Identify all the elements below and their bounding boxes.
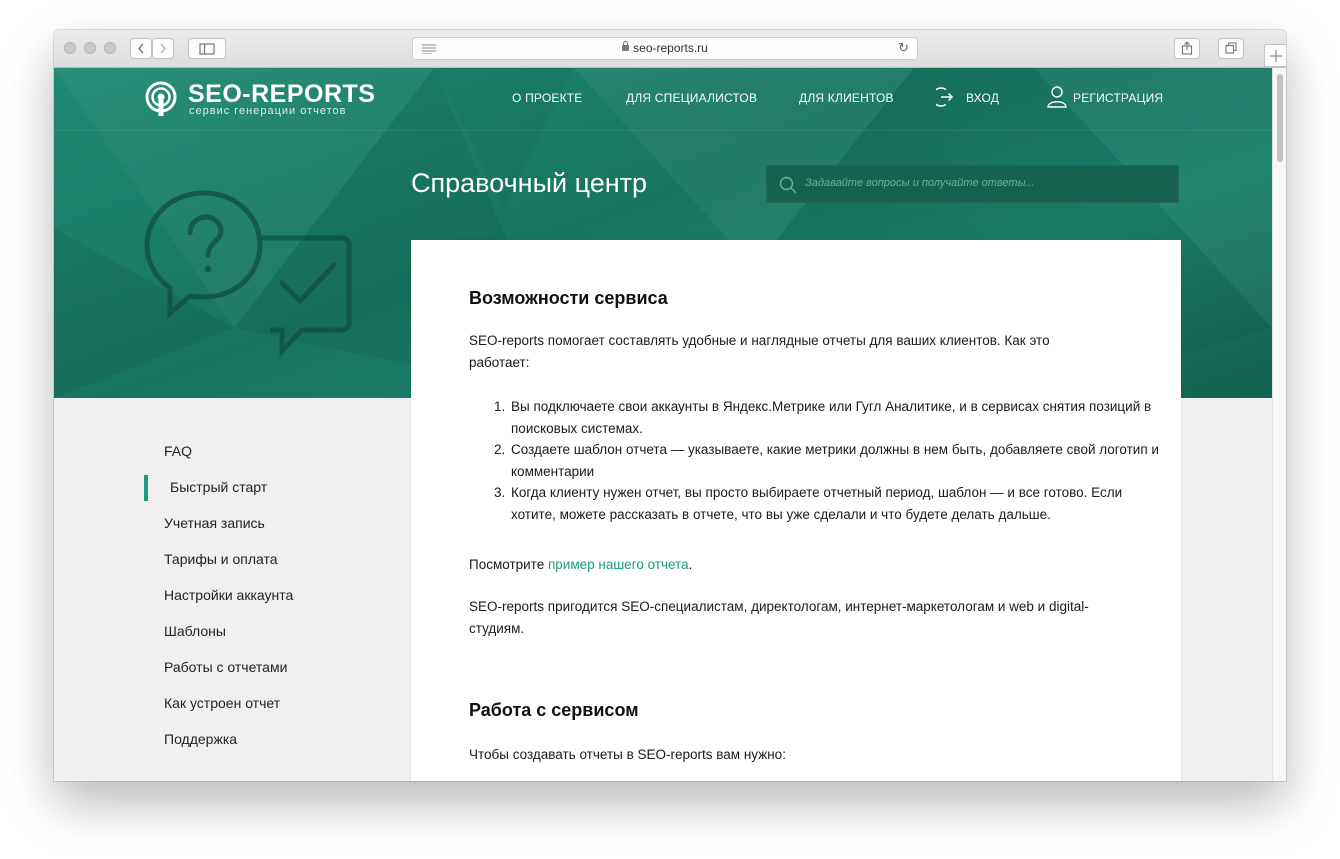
steps-list: Вы подключаете свои аккаунты в Яндекс.Ме… — [469, 396, 1169, 525]
forward-button[interactable] — [152, 38, 174, 59]
sidebar-item-quick-start[interactable]: Быстрый старт — [144, 475, 374, 512]
example-suffix: . — [688, 557, 693, 572]
help-chat-illustration — [144, 190, 352, 358]
nav-link-register[interactable]: РЕГИСТРАЦИЯ — [1073, 91, 1163, 105]
section2-intro: Чтобы создавать отчеты в SEO-reports вам… — [469, 747, 786, 762]
chevron-left-icon — [138, 43, 144, 54]
login-icon[interactable] — [936, 85, 960, 109]
zoom-window-button[interactable] — [104, 42, 116, 54]
help-search-input[interactable]: Задавайте вопросы и получайте ответы... — [766, 165, 1179, 203]
sidebar-item-reports-work[interactable]: Работы с отчетами — [144, 656, 374, 692]
scrollbar-thumb[interactable] — [1277, 74, 1283, 162]
nav-link-clients[interactable]: ДЛЯ КЛИЕНТОВ — [799, 91, 894, 105]
minimize-window-button[interactable] — [84, 42, 96, 54]
intro-paragraph: SEO-reports помогает составлять удобные … — [469, 333, 1050, 370]
sidebar-item-account[interactable]: Учетная запись — [144, 512, 374, 548]
sidebar-item-templates[interactable]: Шаблоны — [144, 620, 374, 656]
step-item: Когда клиенту нужен отчет, вы просто выб… — [509, 482, 1169, 525]
nav-link-about[interactable]: О ПРОЕКТЕ — [512, 91, 583, 105]
example-prefix: Посмотрите — [469, 557, 548, 572]
sidebar-item-account-settings[interactable]: Настройки аккаунта — [144, 584, 374, 620]
page-scrollbar[interactable] — [1272, 68, 1286, 781]
page-title: Справочный центр — [411, 168, 648, 198]
share-button[interactable] — [1174, 38, 1200, 59]
logo-signal-icon[interactable] — [144, 81, 178, 117]
audience-paragraph: SEO-reports пригодится SEO-специалистам,… — [469, 599, 1089, 636]
close-window-button[interactable] — [64, 42, 76, 54]
reload-icon[interactable]: ↻ — [898, 40, 909, 56]
browser-window: seo-reports.ru ↻ SEO-REPORTS сервис гене… — [54, 30, 1286, 781]
section-title-features: Возможности сервиса — [469, 288, 668, 308]
url-text: seo-reports.ru — [413, 41, 917, 55]
sidebar-item-support[interactable]: Поддержка — [144, 728, 374, 764]
share-icon — [1181, 41, 1193, 55]
sidebar-item-faq[interactable]: FAQ — [144, 440, 374, 476]
example-paragraph: Посмотрите пример нашего отчета. — [469, 554, 1109, 576]
logo-subtitle: сервис генерации отчетов — [189, 105, 347, 117]
tabs-overview-button[interactable] — [1218, 38, 1244, 59]
step-item: Создаете шаблон отчета — указываете, как… — [509, 439, 1169, 482]
example-report-link[interactable]: пример нашего отчета — [548, 557, 689, 572]
url-value: seo-reports.ru — [633, 41, 708, 55]
nav-link-login[interactable]: ВХОД — [966, 91, 999, 105]
sidebar-toggle-button[interactable] — [188, 38, 226, 59]
new-tab-button[interactable] — [1264, 44, 1286, 67]
back-button[interactable] — [130, 38, 152, 59]
section-title-working: Работа с сервисом — [469, 700, 639, 720]
article-card: Возможности сервиса SEO-reports помогает… — [411, 240, 1181, 781]
sidebar-icon — [199, 43, 215, 55]
step-item: Вы подключаете свои аккаунты в Яндекс.Ме… — [509, 396, 1169, 439]
help-sidebar: FAQ Быстрый старт Учетная запись Тарифы … — [144, 440, 374, 764]
search-placeholder: Задавайте вопросы и получайте ответы... — [805, 177, 1035, 189]
lock-icon — [622, 41, 630, 51]
nav-link-specialists[interactable]: ДЛЯ СПЕЦИАЛИСТОВ — [626, 91, 757, 105]
sidebar-item-report-structure[interactable]: Как устроен отчет — [144, 692, 374, 728]
plus-icon — [1269, 50, 1282, 62]
chevron-right-icon — [160, 43, 166, 54]
browser-toolbar: seo-reports.ru ↻ — [54, 30, 1286, 68]
sidebar-item-pricing[interactable]: Тарифы и оплата — [144, 548, 374, 584]
user-icon[interactable] — [1046, 85, 1068, 109]
search-icon — [779, 176, 797, 194]
address-bar[interactable]: seo-reports.ru ↻ — [412, 37, 918, 60]
page-viewport: SEO-REPORTS сервис генерации отчетов О П… — [54, 68, 1272, 781]
site-header: SEO-REPORTS сервис генерации отчетов О П… — [54, 68, 1272, 131]
tabs-icon — [1225, 42, 1237, 54]
